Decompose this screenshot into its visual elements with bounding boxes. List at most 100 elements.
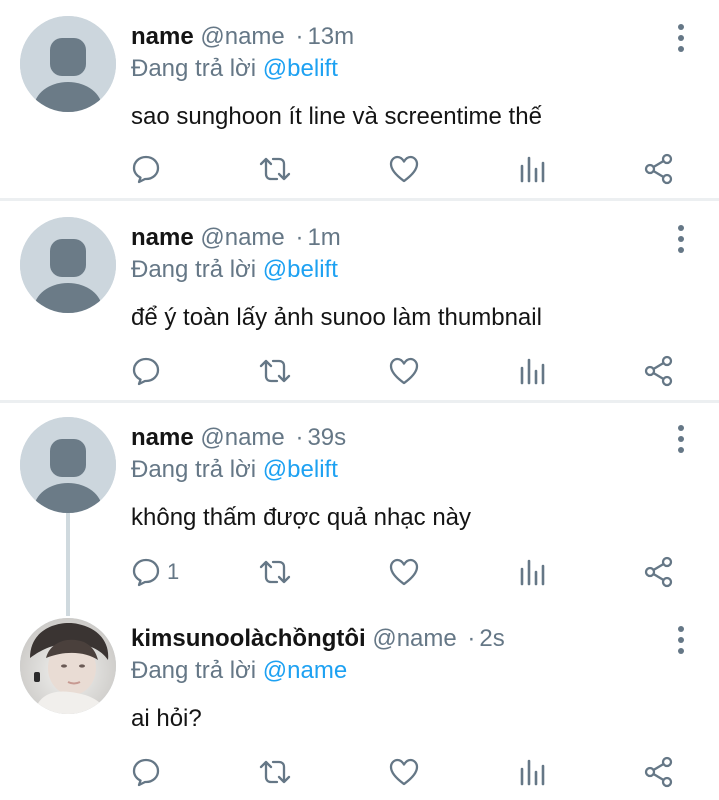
timestamp[interactable]: 2s bbox=[479, 625, 504, 652]
retweet-button[interactable] bbox=[258, 755, 292, 789]
handle[interactable]: @name bbox=[200, 424, 284, 451]
tweet[interactable]: kimsunoolàchồngtôi @name · 2s Đang trả lờ… bbox=[0, 600, 719, 800]
analytics-button[interactable] bbox=[517, 755, 547, 789]
reply-context: Đang trả lời @belift bbox=[131, 54, 699, 84]
retweet-icon bbox=[259, 359, 291, 383]
tweet-feed: name @name · 13m Đang trả lời @belift sao… bbox=[0, 0, 719, 800]
action-bar bbox=[131, 152, 691, 186]
timestamp[interactable]: 13m bbox=[307, 23, 354, 50]
analytics-button[interactable] bbox=[517, 354, 547, 388]
avatar[interactable] bbox=[20, 217, 116, 313]
reply-mention-link[interactable]: @name bbox=[263, 657, 347, 684]
analytics-icon bbox=[520, 759, 545, 786]
like-icon bbox=[389, 558, 419, 586]
separator-dot: · bbox=[295, 424, 304, 451]
comment-icon bbox=[132, 357, 160, 386]
reply-mention-link[interactable]: @belift bbox=[263, 55, 338, 82]
tweet-header: name @name · 13m bbox=[131, 22, 699, 52]
analytics-button[interactable] bbox=[517, 555, 547, 589]
comment-icon bbox=[132, 758, 160, 787]
display-name[interactable]: name bbox=[131, 224, 194, 251]
handle[interactable]: @name bbox=[372, 625, 456, 652]
share-icon bbox=[644, 153, 673, 185]
retweet-button[interactable] bbox=[258, 152, 292, 186]
tweet-text: không thấm được quả nhạc này bbox=[131, 504, 472, 531]
reply-count: 1 bbox=[167, 559, 180, 584]
more-options-button[interactable] bbox=[671, 626, 691, 654]
retweet-icon bbox=[259, 560, 291, 584]
reply-button[interactable] bbox=[131, 755, 167, 789]
reply-prefix: Đang trả lời bbox=[131, 456, 257, 483]
retweet-button[interactable] bbox=[258, 555, 292, 589]
retweet-button[interactable] bbox=[258, 354, 292, 388]
analytics-icon bbox=[520, 358, 545, 385]
tweet-header: name @name · 39s bbox=[131, 423, 699, 453]
tweet-text: để ý toàn lấy ảnh sunoo làm thumbnail bbox=[131, 304, 542, 331]
reply-mention-link[interactable]: @belift bbox=[263, 456, 338, 483]
tweet[interactable]: name @name · 39s Đang trả lời @belift khô… bbox=[0, 403, 719, 600]
more-options-button[interactable] bbox=[671, 425, 691, 453]
like-button[interactable] bbox=[388, 555, 420, 589]
reply-context: Đang trả lời @name bbox=[131, 656, 699, 686]
reply-mention-link[interactable]: @belift bbox=[263, 256, 338, 283]
reply-context: Đang trả lời @belift bbox=[131, 455, 699, 485]
reply-prefix: Đang trả lời bbox=[131, 657, 257, 684]
separator-dot: · bbox=[295, 23, 304, 50]
more-options-button[interactable] bbox=[671, 225, 691, 253]
reply-prefix: Đang trả lời bbox=[131, 55, 257, 82]
share-icon bbox=[644, 355, 673, 387]
tweet-text: ai hỏi? bbox=[131, 705, 202, 732]
comment-icon bbox=[132, 558, 160, 587]
more-vertical-icon bbox=[678, 425, 684, 431]
share-button[interactable] bbox=[643, 755, 675, 789]
display-name[interactable]: name bbox=[131, 23, 194, 50]
tweet[interactable]: name @name · 1m Đang trả lời @belift để ý… bbox=[0, 201, 719, 400]
separator-dot: · bbox=[295, 224, 304, 251]
handle[interactable]: @name bbox=[200, 224, 284, 251]
tweet-text: sao sunghoon ít line và screentime thế bbox=[131, 103, 542, 130]
tweet-header: name @name · 1m bbox=[131, 223, 699, 253]
like-button[interactable] bbox=[388, 755, 420, 789]
like-icon bbox=[389, 758, 419, 786]
like-button[interactable] bbox=[388, 354, 420, 388]
tweet-header: kimsunoolàchồngtôi @name · 2s bbox=[131, 624, 699, 654]
comment-icon bbox=[132, 155, 160, 184]
tweet[interactable]: name @name · 13m Đang trả lời @belift sao… bbox=[0, 0, 719, 198]
avatar-photo[interactable] bbox=[20, 618, 116, 714]
avatar[interactable] bbox=[20, 417, 116, 513]
action-bar bbox=[131, 755, 691, 789]
share-icon bbox=[644, 756, 673, 788]
more-vertical-icon bbox=[678, 626, 684, 632]
like-icon bbox=[389, 357, 419, 385]
share-icon bbox=[644, 556, 673, 588]
avatar[interactable] bbox=[20, 16, 116, 112]
timestamp[interactable]: 39s bbox=[307, 424, 346, 451]
separator-dot: · bbox=[467, 625, 476, 652]
timestamp[interactable]: 1m bbox=[307, 224, 340, 251]
action-bar bbox=[131, 354, 691, 388]
action-bar: 1 bbox=[131, 555, 691, 589]
display-name[interactable]: name bbox=[131, 424, 194, 451]
like-button[interactable] bbox=[388, 152, 420, 186]
analytics-icon bbox=[520, 559, 545, 586]
more-vertical-icon bbox=[678, 24, 684, 30]
analytics-icon bbox=[520, 156, 545, 183]
handle[interactable]: @name bbox=[200, 23, 284, 50]
default-avatar-icon bbox=[20, 16, 116, 112]
share-button[interactable] bbox=[643, 354, 675, 388]
profile-photo-icon bbox=[20, 618, 116, 714]
default-avatar-icon bbox=[20, 217, 116, 313]
reply-button[interactable] bbox=[131, 354, 167, 388]
share-button[interactable] bbox=[643, 555, 675, 589]
default-avatar-icon bbox=[20, 417, 116, 513]
reply-context: Đang trả lời @belift bbox=[131, 255, 699, 285]
more-vertical-icon bbox=[678, 225, 684, 231]
analytics-button[interactable] bbox=[517, 152, 547, 186]
more-options-button[interactable] bbox=[671, 24, 691, 52]
display-name[interactable]: kimsunoolàchồngtôi bbox=[131, 625, 366, 652]
reply-button[interactable]: 1 bbox=[131, 555, 179, 589]
retweet-icon bbox=[259, 157, 291, 181]
share-button[interactable] bbox=[643, 152, 675, 186]
like-icon bbox=[389, 155, 419, 183]
reply-button[interactable] bbox=[131, 152, 167, 186]
